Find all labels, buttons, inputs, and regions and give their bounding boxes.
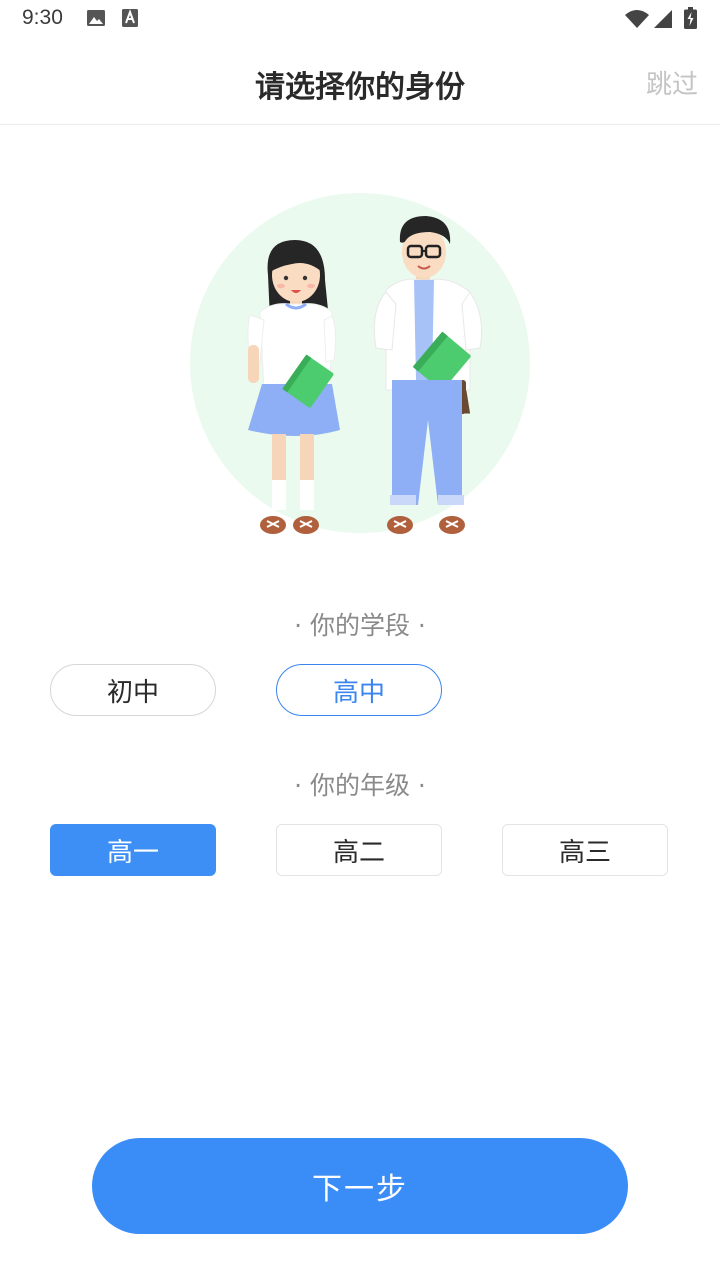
wifi-icon <box>624 9 650 33</box>
grade-option-1[interactable]: 高一 <box>50 824 216 876</box>
page-title: 请选择你的身份 <box>255 70 465 105</box>
stage-option-senior-high[interactable]: 高中 <box>276 664 442 716</box>
students-illustration <box>180 180 540 550</box>
skip-button[interactable]: 跳过 <box>646 64 698 101</box>
stage-option-junior-high[interactable]: 初中 <box>50 664 216 716</box>
keyboard-a-icon <box>121 8 139 32</box>
next-step-button[interactable]: 下一步 <box>92 1138 628 1234</box>
status-time: 9:30 <box>22 6 63 29</box>
header: 请选择你的身份 跳过 <box>0 40 720 125</box>
battery-charging-icon <box>684 7 697 33</box>
signal-icon <box>653 9 673 33</box>
illustration-background-circle <box>190 193 530 533</box>
grade-option-2[interactable]: 高二 <box>276 824 442 876</box>
status-bar: 9:30 <box>0 0 720 40</box>
identity-selection-screen: 9:30 请选择你的身份 跳过 · 你的学段 · 初中 高中 · 你的年级 · … <box>0 0 720 1280</box>
grade-section-label: · 你的年级 · <box>294 771 426 800</box>
stage-section-label: · 你的学段 · <box>294 611 426 640</box>
image-icon <box>86 8 106 32</box>
grade-option-3[interactable]: 高三 <box>502 824 668 876</box>
